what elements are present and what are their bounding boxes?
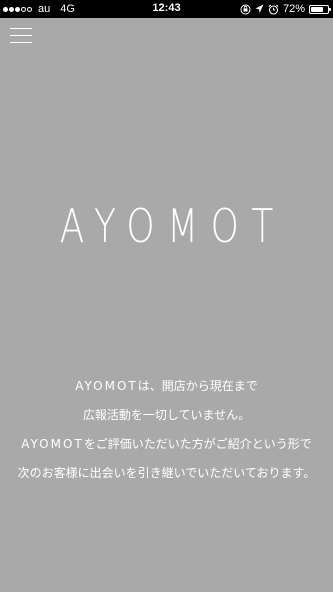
brand-name-inline: AYOMOT xyxy=(21,437,84,451)
menu-line xyxy=(10,35,32,36)
message-text: は、開店から現在まで xyxy=(137,379,258,393)
message-text: をご評価いただいた方がご紹介という形で xyxy=(83,437,312,451)
brand-name-inline: AYOMOT xyxy=(75,379,138,393)
battery-percent: 72% xyxy=(282,3,305,15)
menu-line xyxy=(10,28,32,29)
battery-level xyxy=(311,6,323,12)
status-right: 72% xyxy=(240,2,331,16)
alarm-clock-icon xyxy=(268,4,279,15)
message-line-1: AYOMOTは、開店から現在まで xyxy=(0,372,333,401)
status-bar: au 4G 12:43 72% xyxy=(0,0,333,18)
intro-message: AYOMOTは、開店から現在まで 広報活動を一切していません。 AYOMOTをご… xyxy=(0,372,333,488)
brand-logo: AYOMOT xyxy=(59,199,286,253)
message-line-3: AYOMOTをご評価いただいた方がご紹介という形で xyxy=(0,430,333,459)
rotation-lock-icon xyxy=(240,4,251,14)
battery-tip xyxy=(329,7,331,11)
message-line-4: 次のお客様に出会いを引き継いでいただいております。 xyxy=(17,466,316,480)
menu-line xyxy=(10,42,32,43)
hamburger-menu-icon[interactable] xyxy=(10,27,32,45)
battery-icon xyxy=(309,4,331,14)
message-line-2: 広報活動を一切していません。 xyxy=(82,408,251,422)
location-arrow-icon xyxy=(255,4,264,13)
